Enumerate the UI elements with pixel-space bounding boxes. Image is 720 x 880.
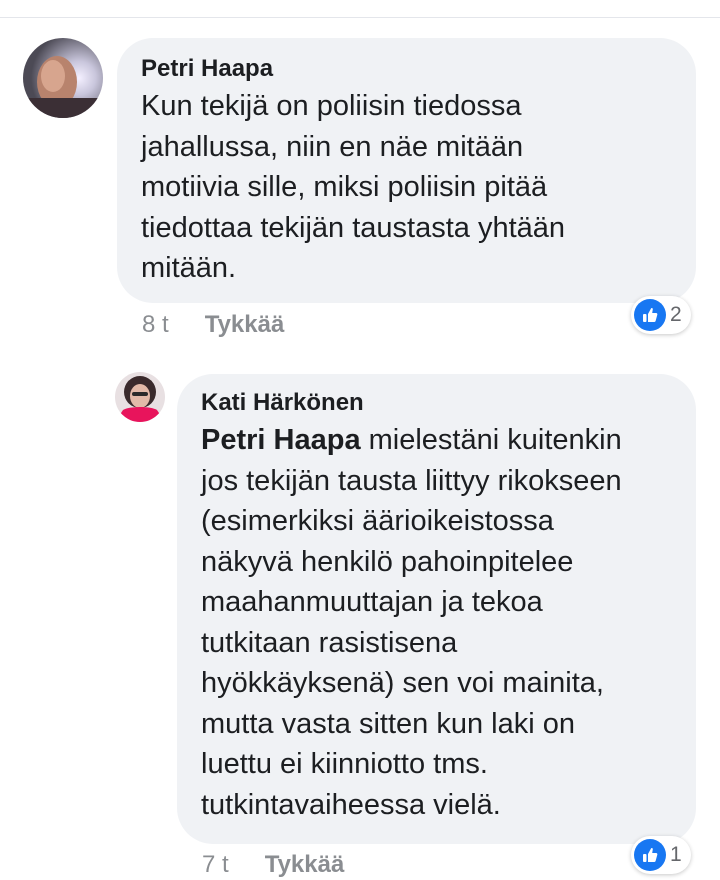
- comment-text: Kun tekijä on poliisin tiedossa jahallus…: [141, 90, 566, 284]
- comment-text: Petri Haapa mielestäni kuitenkin jos tek…: [201, 420, 672, 825]
- comment-bubble: Petri Haapa Kun tekijä on poliisin tiedo…: [117, 38, 696, 303]
- top-divider: [0, 17, 720, 18]
- comment-bubble: Kati Härkönen Petri Haapa mielestäni kui…: [177, 374, 696, 844]
- comment-meta: 7 t Tykkää: [202, 850, 344, 880]
- avatar[interactable]: [115, 372, 165, 422]
- comment-author[interactable]: Kati Härkönen: [201, 388, 672, 418]
- avatar[interactable]: [23, 38, 103, 118]
- comment-meta: 8 t Tykkää: [142, 310, 284, 340]
- reaction-count: 1: [670, 843, 682, 866]
- thumbs-up-icon: [634, 299, 666, 331]
- comment-body: mielestäni kuitenkin jos tekijän tausta …: [201, 424, 622, 821]
- reaction-count: 2: [670, 303, 682, 326]
- mention-link[interactable]: Petri Haapa: [201, 424, 361, 456]
- reaction-badge[interactable]: 1: [631, 836, 691, 874]
- comment-author[interactable]: Petri Haapa: [141, 54, 672, 84]
- reaction-badge[interactable]: 2: [631, 296, 691, 334]
- like-button[interactable]: Tykkää: [205, 311, 285, 338]
- thumbs-up-icon: [634, 839, 666, 871]
- comment-time[interactable]: 8 t: [142, 311, 169, 338]
